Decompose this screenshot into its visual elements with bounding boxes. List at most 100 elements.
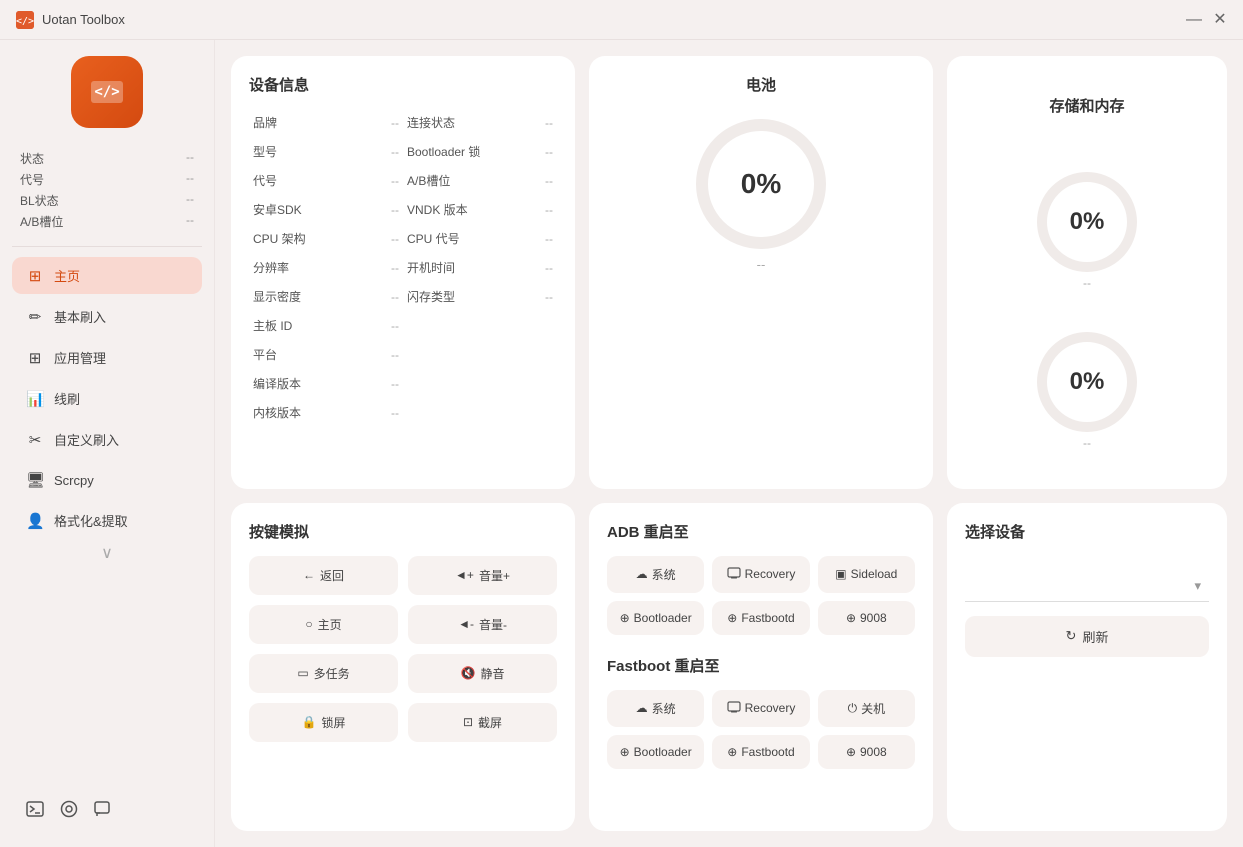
info-label-cpu-arch: CPU 架构 [253,230,306,247]
sidebar-bottom [12,792,202,831]
info-label-sdk: 安卓SDK [253,201,302,218]
adb-fastboot-card: ADB 重启至 ☁ 系统 Recovery ▣ Sideload [589,503,933,832]
info-label-cpu-codename: CPU 代号 [407,230,460,247]
sidebar-logo: </> [12,56,202,128]
battery-percent: 0% [741,168,781,200]
minimize-button[interactable]: — [1187,13,1201,27]
device-select[interactable] [965,570,1209,602]
button-sim-title: 按键模拟 [249,521,557,542]
info-label-build-version: 编译版本 [253,375,301,392]
home-button[interactable]: ○ 主页 [249,605,398,644]
fb-9008-button[interactable]: ⊕ 9008 [818,735,915,769]
status-row-bl: BL状态 -- [20,190,194,211]
screenshot-button[interactable]: ⊡ 截屏 [408,703,557,742]
chat-icon[interactable] [94,800,112,823]
sidebar-item-label-format-extract: 格式化&提取 [54,511,128,530]
mute-label: 静音 [480,665,504,682]
info-label-ab-slot: A/B槽位 [407,172,450,189]
fb-shutdown-button[interactable]: ⏻ 关机 [818,690,915,727]
info-value-connect: -- [545,116,553,130]
title-bar: </> Uotan Toolbox — ✕ [0,0,1243,40]
sidebar-item-app-manager[interactable]: ⊞ 应用管理 [12,339,202,376]
info-row-model: 型号 -- [249,138,403,165]
fb-recovery-icon [727,700,741,717]
status-val-bl: -- [186,192,194,209]
vol-down-label: 音量- [479,616,507,633]
terminal-icon[interactable] [26,800,44,823]
info-value-cpu-codename: -- [545,232,553,246]
fb-fastbootd-label: Fastbootd [741,745,794,759]
sidebar-item-format-extract[interactable]: 👤 格式化&提取 [12,502,202,539]
adb-system-label: 系统 [652,566,676,583]
vol-down-button[interactable]: ◄- 音量- [408,605,557,644]
adb-system-button[interactable]: ☁ 系统 [607,556,704,593]
sidebar-item-flash-basic[interactable]: ✏ 基本刷入 [12,298,202,335]
mute-button[interactable]: 🔇 静音 [408,654,557,693]
fb-9008-icon: ⊕ [846,745,856,759]
sidebar-item-label-scrcpy: Scrcpy [54,473,94,488]
sidebar-item-wire-flash[interactable]: 📊 线刷 [12,380,202,417]
info-value-build-version: -- [391,377,399,391]
github-icon[interactable] [60,800,78,823]
sidebar-item-home[interactable]: ⊞ 主页 [12,257,202,294]
fb-bootloader-button[interactable]: ⊕ Bootloader [607,735,704,769]
fb-recovery-button[interactable]: Recovery [712,690,809,727]
home-sim-label: 主页 [318,616,342,633]
adb-sideload-button[interactable]: ▣ Sideload [818,556,915,593]
lock-button[interactable]: 🔒 锁屏 [249,703,398,742]
adb-9008-button[interactable]: ⊕ 9008 [818,601,915,635]
info-row-vndk: VNDK 版本 -- [403,196,557,223]
select-device-title: 选择设备 [965,521,1209,542]
close-button[interactable]: ✕ [1213,13,1227,27]
sidebar-item-scrcpy[interactable]: 🖥 Scrcpy [12,462,202,498]
storage-value: -- [1083,436,1091,450]
info-row-connect: 连接状态 -- [403,109,557,136]
custom-flash-icon: ✂ [26,431,44,449]
status-val-ab: -- [186,213,194,230]
adb-bootloader-button[interactable]: ⊕ Bootloader [607,601,704,635]
sidebar-chevron[interactable]: ∨ [12,543,202,563]
fb-system-icon: ☁ [636,701,648,715]
info-value-flash-type: -- [545,290,553,304]
info-label-brand: 品牌 [253,114,277,131]
logo-box: </> [71,56,143,128]
info-row-cpu-codename: CPU 代号 -- [403,225,557,252]
device-info-col-left: 品牌 -- 型号 -- 代号 -- 安卓SDK -- [249,109,403,426]
vol-up-button[interactable]: ◄+ 音量+ [408,556,557,595]
adb-recovery-button[interactable]: Recovery [712,556,809,593]
fb-fastbootd-button[interactable]: ⊕ Fastbootd [712,735,809,769]
multitask-icon: ▭ [297,666,308,680]
status-row-state: 状态 -- [20,148,194,169]
sidebar-status: 状态 -- 代号 -- BL状态 -- A/B槽位 -- [12,144,202,236]
fb-shutdown-label: 关机 [861,700,885,717]
svg-text:</>: </> [16,16,34,27]
sidebar-divider [12,246,202,247]
info-row-codename: 代号 -- [249,167,403,194]
back-label: 返回 [320,567,344,584]
back-button[interactable]: ← 返回 [249,556,398,595]
adb-recovery-label: Recovery [745,567,796,581]
battery-title: 电池 [746,74,776,95]
scrcpy-icon: 🖥 [26,471,44,489]
multitask-button[interactable]: ▭ 多任务 [249,654,398,693]
info-row-sdk: 安卓SDK -- [249,196,403,223]
battery-status: -- [757,257,766,272]
sidebar-item-custom-flash[interactable]: ✂ 自定义刷入 [12,421,202,458]
sidebar-item-label-app-manager: 应用管理 [54,348,106,367]
fb-system-button[interactable]: ☁ 系统 [607,690,704,727]
svg-text:</>: </> [94,84,119,100]
status-label-codename: 代号 [20,171,44,188]
info-value-density: -- [391,290,399,304]
sidebar: </> 状态 -- 代号 -- BL状态 -- A/B槽位 -- [0,40,215,847]
info-value-kernel: -- [391,406,399,420]
sidebar-item-label-flash-basic: 基本刷入 [54,307,106,326]
adb-fastbootd-button[interactable]: ⊕ Fastbootd [712,601,809,635]
info-row-bl-lock: Bootloader 锁 -- [403,138,557,165]
fb-fastbootd-icon: ⊕ [727,745,737,759]
refresh-button[interactable]: ↻ 刷新 [965,616,1209,657]
app-manager-icon: ⊞ [26,349,44,367]
fb-system-label: 系统 [652,700,676,717]
storage-percent: 0% [1070,368,1105,396]
button-sim-card: 按键模拟 ← 返回 ◄+ 音量+ ○ 主页 ◄- 音量- [231,503,575,832]
info-row-flash-type: 闪存类型 -- [403,283,557,310]
